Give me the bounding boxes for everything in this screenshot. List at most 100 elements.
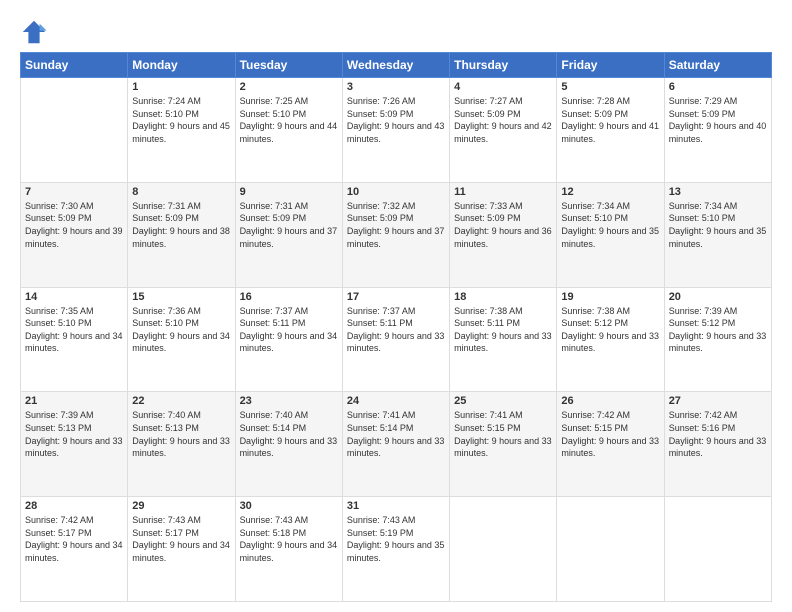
day-number: 31 [347,500,445,512]
day-info: Sunrise: 7:40 AM Sunset: 5:14 PM Dayligh… [240,409,338,459]
header [20,18,772,46]
day-number: 1 [132,81,230,93]
day-cell: 18 Sunrise: 7:38 AM Sunset: 5:11 PM Dayli… [450,287,557,392]
day-info: Sunrise: 7:39 AM Sunset: 5:12 PM Dayligh… [669,305,767,355]
calendar-header: SundayMondayTuesdayWednesdayThursdayFrid… [21,53,772,78]
day-cell: 1 Sunrise: 7:24 AM Sunset: 5:10 PM Daylig… [128,78,235,183]
week-row-2: 14 Sunrise: 7:35 AM Sunset: 5:10 PM Dayli… [21,287,772,392]
logo [20,18,52,46]
day-number: 20 [669,291,767,303]
day-number: 22 [132,395,230,407]
day-info: Sunrise: 7:36 AM Sunset: 5:10 PM Dayligh… [132,305,230,355]
day-cell [664,497,771,602]
day-cell: 7 Sunrise: 7:30 AM Sunset: 5:09 PM Daylig… [21,182,128,287]
day-number: 28 [25,500,123,512]
day-cell: 27 Sunrise: 7:42 AM Sunset: 5:16 PM Dayli… [664,392,771,497]
day-cell: 31 Sunrise: 7:43 AM Sunset: 5:19 PM Dayli… [342,497,449,602]
day-cell: 30 Sunrise: 7:43 AM Sunset: 5:18 PM Dayli… [235,497,342,602]
day-cell: 2 Sunrise: 7:25 AM Sunset: 5:10 PM Daylig… [235,78,342,183]
day-number: 18 [454,291,552,303]
day-info: Sunrise: 7:38 AM Sunset: 5:11 PM Dayligh… [454,305,552,355]
day-info: Sunrise: 7:42 AM Sunset: 5:16 PM Dayligh… [669,409,767,459]
day-cell: 12Sunrise: 7:34 AM Sunset: 5:10 PM Dayli… [557,182,664,287]
day-cell: 21Sunrise: 7:39 AM Sunset: 5:13 PM Dayli… [21,392,128,497]
day-cell: 26 Sunrise: 7:42 AM Sunset: 5:15 PM Dayli… [557,392,664,497]
day-info: Sunrise: 7:43 AM Sunset: 5:18 PM Dayligh… [240,514,338,564]
day-number: 29 [132,500,230,512]
day-number: 4 [454,81,552,93]
day-number: 26 [561,395,659,407]
day-info: Sunrise: 7:37 AM Sunset: 5:11 PM Dayligh… [240,305,338,355]
day-number: 15 [132,291,230,303]
day-cell: 13 Sunrise: 7:34 AM Sunset: 5:10 PM Dayli… [664,182,771,287]
day-info: Sunrise: 7:30 AM Sunset: 5:09 PM Dayligh… [25,200,123,250]
day-number: 25 [454,395,552,407]
day-cell: 16 Sunrise: 7:37 AM Sunset: 5:11 PM Dayli… [235,287,342,392]
day-number: 10 [347,186,445,198]
day-number: 14 [25,291,123,303]
day-info: Sunrise: 7:34 AM Sunset: 5:10 PM Dayligh… [561,200,659,250]
day-cell: 8 Sunrise: 7:31 AM Sunset: 5:09 PM Daylig… [128,182,235,287]
day-info: Sunrise: 7:34 AM Sunset: 5:10 PM Dayligh… [669,200,767,250]
header-cell-friday: Friday [557,53,664,78]
day-number: 5 [561,81,659,93]
day-info: Sunrise: 7:25 AM Sunset: 5:10 PM Dayligh… [240,95,338,145]
day-info: Sunrise: 7:24 AM Sunset: 5:10 PM Dayligh… [132,95,230,145]
day-cell: 3 Sunrise: 7:26 AM Sunset: 5:09 PM Daylig… [342,78,449,183]
day-number: 3 [347,81,445,93]
day-number: 9 [240,186,338,198]
day-cell: 15 Sunrise: 7:36 AM Sunset: 5:10 PM Dayli… [128,287,235,392]
header-row: SundayMondayTuesdayWednesdayThursdayFrid… [21,53,772,78]
day-info: Sunrise: 7:38 AM Sunset: 5:12 PM Dayligh… [561,305,659,355]
day-cell: 6 Sunrise: 7:29 AM Sunset: 5:09 PM Daylig… [664,78,771,183]
day-info: Sunrise: 7:31 AM Sunset: 5:09 PM Dayligh… [240,200,338,250]
day-cell: 23 Sunrise: 7:40 AM Sunset: 5:14 PM Dayli… [235,392,342,497]
day-number: 17 [347,291,445,303]
day-info: Sunrise: 7:26 AM Sunset: 5:09 PM Dayligh… [347,95,445,145]
day-number: 7 [25,186,123,198]
day-info: Sunrise: 7:42 AM Sunset: 5:15 PM Dayligh… [561,409,659,459]
day-cell: 22Sunrise: 7:40 AM Sunset: 5:13 PM Dayli… [128,392,235,497]
day-cell [557,497,664,602]
day-number: 11 [454,186,552,198]
day-number: 8 [132,186,230,198]
day-info: Sunrise: 7:31 AM Sunset: 5:09 PM Dayligh… [132,200,230,250]
header-cell-saturday: Saturday [664,53,771,78]
day-cell: 28Sunrise: 7:42 AM Sunset: 5:17 PM Dayli… [21,497,128,602]
day-cell: 24Sunrise: 7:41 AM Sunset: 5:14 PM Dayli… [342,392,449,497]
day-number: 16 [240,291,338,303]
day-number: 19 [561,291,659,303]
day-cell: 17 Sunrise: 7:37 AM Sunset: 5:11 PM Dayli… [342,287,449,392]
day-cell: 14 Sunrise: 7:35 AM Sunset: 5:10 PM Dayli… [21,287,128,392]
page: SundayMondayTuesdayWednesdayThursdayFrid… [0,0,792,612]
header-cell-sunday: Sunday [21,53,128,78]
day-cell: 5 Sunrise: 7:28 AM Sunset: 5:09 PM Daylig… [557,78,664,183]
day-number: 6 [669,81,767,93]
day-cell: 29Sunrise: 7:43 AM Sunset: 5:17 PM Dayli… [128,497,235,602]
day-cell: 9 Sunrise: 7:31 AM Sunset: 5:09 PM Daylig… [235,182,342,287]
week-row-1: 7 Sunrise: 7:30 AM Sunset: 5:09 PM Daylig… [21,182,772,287]
day-number: 23 [240,395,338,407]
logo-icon [20,18,48,46]
day-info: Sunrise: 7:32 AM Sunset: 5:09 PM Dayligh… [347,200,445,250]
day-number: 30 [240,500,338,512]
week-row-4: 28Sunrise: 7:42 AM Sunset: 5:17 PM Dayli… [21,497,772,602]
calendar-table: SundayMondayTuesdayWednesdayThursdayFrid… [20,52,772,602]
day-info: Sunrise: 7:29 AM Sunset: 5:09 PM Dayligh… [669,95,767,145]
week-row-0: 1 Sunrise: 7:24 AM Sunset: 5:10 PM Daylig… [21,78,772,183]
day-number: 2 [240,81,338,93]
day-cell: 4Sunrise: 7:27 AM Sunset: 5:09 PM Daylig… [450,78,557,183]
day-number: 27 [669,395,767,407]
day-cell: 20 Sunrise: 7:39 AM Sunset: 5:12 PM Dayli… [664,287,771,392]
day-info: Sunrise: 7:37 AM Sunset: 5:11 PM Dayligh… [347,305,445,355]
day-info: Sunrise: 7:35 AM Sunset: 5:10 PM Dayligh… [25,305,123,355]
day-info: Sunrise: 7:43 AM Sunset: 5:19 PM Dayligh… [347,514,445,564]
day-number: 24 [347,395,445,407]
day-info: Sunrise: 7:33 AM Sunset: 5:09 PM Dayligh… [454,200,552,250]
day-info: Sunrise: 7:28 AM Sunset: 5:09 PM Dayligh… [561,95,659,145]
day-number: 13 [669,186,767,198]
day-cell: 10 Sunrise: 7:32 AM Sunset: 5:09 PM Dayli… [342,182,449,287]
header-cell-thursday: Thursday [450,53,557,78]
header-cell-tuesday: Tuesday [235,53,342,78]
day-info: Sunrise: 7:39 AM Sunset: 5:13 PM Dayligh… [25,409,123,459]
